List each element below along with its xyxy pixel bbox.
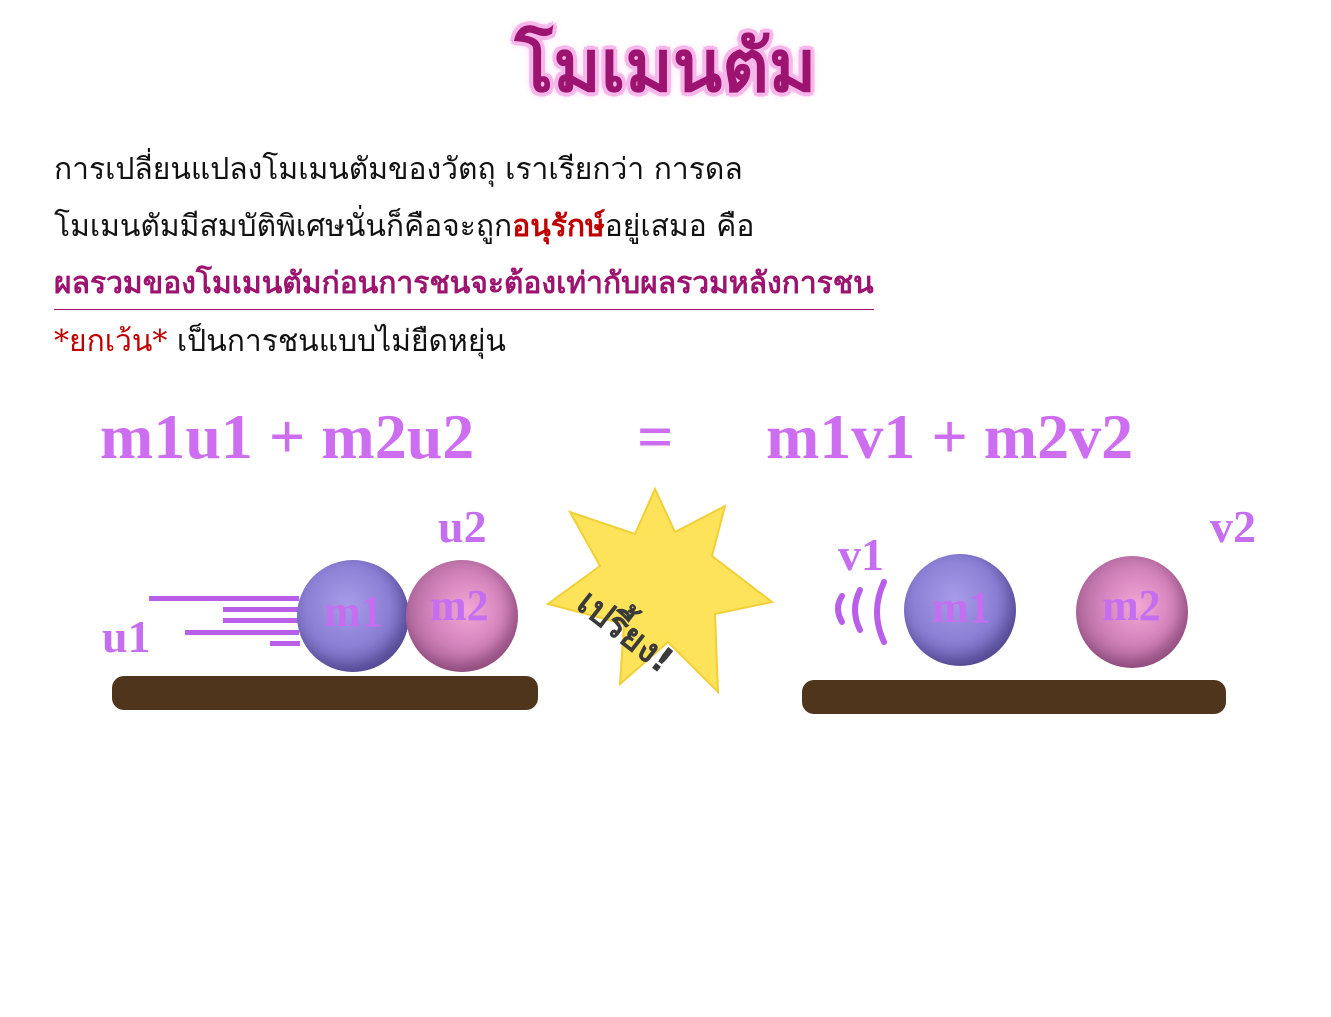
label-u1: u1 <box>102 611 151 662</box>
ground-before <box>112 676 538 710</box>
label-v2: v2 <box>1210 501 1256 552</box>
recoil-lines-icon <box>835 579 887 645</box>
equation-left: m1u1 + m2u2 <box>100 401 475 472</box>
text-line-law: ผลรวมของโมเมนตัมก่อนการชนจะต้องเท่ากับผล… <box>54 260 874 310</box>
ground-after <box>802 680 1226 714</box>
text-conservation-before: โมเมนตัมมีสมบัติพิเศษนั่นก็คือจะถูก <box>54 209 513 244</box>
after-scene: v1 v2 m1 m2 <box>790 490 1290 730</box>
equation-equals: = <box>637 401 674 472</box>
label-v1: v1 <box>838 529 884 580</box>
speed-lines-icon <box>145 596 305 646</box>
text-conservation-after: อยู่เสมอ คือ <box>604 209 755 244</box>
text-impulse: การเปลี่ยนแปลงโมเมนตัมของวัตถุ เราเรียกว… <box>54 152 743 187</box>
before-scene: u1 u2 m1 m2 <box>0 490 560 730</box>
label-u2: u2 <box>438 501 487 552</box>
text-exception-rest: เป็นการชนแบบไม่ยืดหยุ่น <box>167 324 506 359</box>
page-title: โมเมนตัม <box>514 23 817 108</box>
label-m2-after: m2 <box>1102 581 1161 630</box>
text-line-conservation: โมเมนตัมมีสมบัติพิเศษนั่นก็คือจะถูกอนุรั… <box>54 203 754 250</box>
equation-right: m1v1 + m2v2 <box>766 401 1134 472</box>
text-conserved-highlight: อนุรักษ์ <box>512 209 605 244</box>
label-m2-before: m2 <box>430 581 489 630</box>
text-exception-highlight: *ยกเว้น* <box>54 324 168 359</box>
momentum-equation: m1u1 + m2u2 = m1v1 + m2v2 <box>100 400 1240 480</box>
label-m1-before: m1 <box>324 587 383 636</box>
text-line-impulse: การเปลี่ยนแปลงโมเมนตัมของวัตถุ เราเรียกว… <box>54 146 743 193</box>
label-m1-after: m1 <box>932 583 991 632</box>
text-line-exception: *ยกเว้น* เป็นการชนแบบไม่ยืดหยุ่น <box>54 318 506 365</box>
